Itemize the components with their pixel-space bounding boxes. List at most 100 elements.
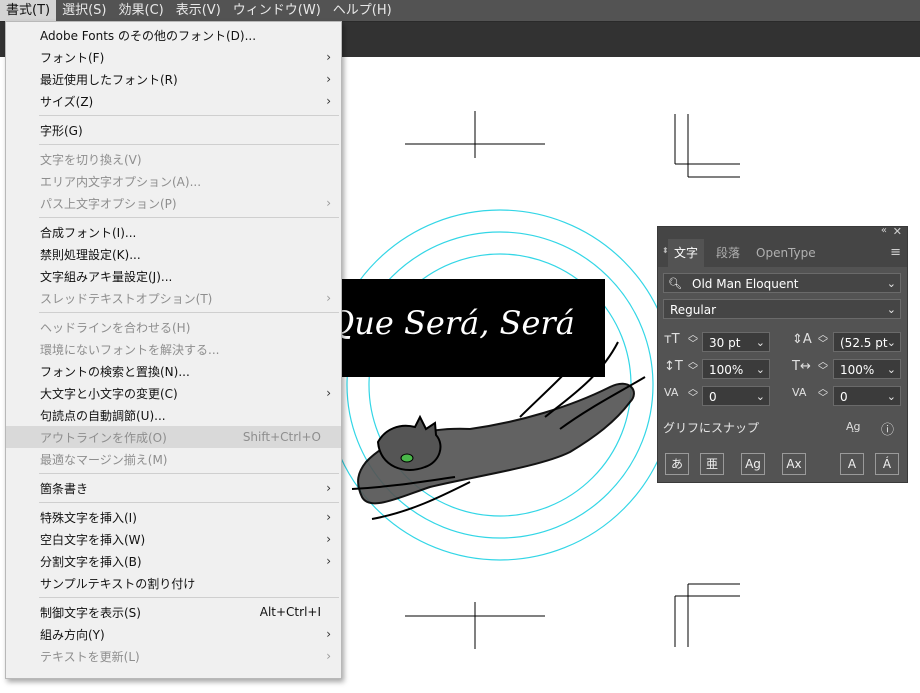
horizontal-scale-stepper[interactable]: ︿ ﹀ (818, 358, 828, 377)
menu-help[interactable]: ヘルプ(H) (327, 0, 398, 21)
font-style-value: Regular (670, 303, 717, 317)
font-size-icon: ᴛT (664, 332, 680, 347)
menu-effect[interactable]: 効果(C) (113, 0, 170, 21)
vertical-scale-stepper[interactable]: ︿ ﹀ (688, 358, 698, 377)
snap-glyph-icon[interactable]: Ąg (846, 420, 861, 433)
chevron-right-icon: › (326, 386, 331, 400)
menu-item-label: 禁則処理設定(K)... (40, 247, 141, 262)
menu-item: 環境にないフォントを解決する... (6, 338, 341, 360)
chevron-down-icon: ⌄ (886, 277, 896, 290)
horizontal-scale-field[interactable]: 100% ⌄ (833, 359, 901, 379)
menu-item: 文字を切り換え(V) (6, 148, 341, 170)
glyph-snap-em-box-button[interactable]: 亜 (700, 453, 724, 475)
chevron-down-icon: ⌄ (755, 336, 765, 349)
chevron-right-icon: › (326, 196, 331, 210)
menu-item[interactable]: 文字組みアキ量設定(J)... (6, 265, 341, 287)
menu-separator (39, 597, 339, 598)
menu-item[interactable]: 禁則処理設定(K)... (6, 243, 341, 265)
kerning-stepper[interactable]: ︿ ﹀ (688, 385, 698, 404)
chevron-down-icon: ⌄ (886, 303, 896, 316)
font-size-stepper[interactable]: ︿ ﹀ (688, 331, 698, 350)
menu-item-label: サンプルテキストの割り付け (40, 576, 196, 591)
chevron-down-icon: ⌄ (886, 363, 896, 376)
menu-item-label: 文字組みアキ量設定(J)... (40, 269, 173, 284)
menu-item: ヘッドラインを合わせる(H) (6, 316, 341, 338)
info-icon[interactable]: ⓘ (881, 419, 894, 438)
menu-item-label: 制御文字を表示(S) (40, 605, 141, 620)
vertical-scale-icon: ↕T (664, 359, 683, 374)
chevron-right-icon: › (326, 291, 331, 305)
menu-item-label: 箇条書き (40, 481, 89, 496)
tab-paragraph[interactable]: 段落 (710, 239, 746, 267)
chevron-right-icon: › (326, 481, 331, 495)
chevron-right-icon: › (326, 554, 331, 568)
menu-item[interactable]: 句読点の自動調節(U)... (6, 404, 341, 426)
menu-item-label: スレッドテキストオプション(T) (40, 291, 213, 306)
collapse-icon[interactable]: « (881, 225, 887, 236)
tab-opentype[interactable]: OpenType (750, 239, 822, 267)
glyph-snap-anchor-button[interactable]: Á (875, 453, 899, 475)
menu-item: アウトラインを作成(O) Shift+Ctrl+O (6, 426, 341, 448)
font-family-select[interactable]: 🔍︎ Old Man Eloquent ⌄ (663, 273, 901, 293)
leading-field[interactable]: (52.5 pt ⌄ (833, 332, 901, 352)
menu-item[interactable]: 最近使用したフォント(R) › (6, 68, 341, 90)
menu-item[interactable]: サイズ(Z) › (6, 90, 341, 112)
search-icon: 🔍︎ (668, 277, 682, 290)
panel-menu-icon[interactable]: ≡ (890, 245, 901, 260)
menu-select[interactable]: 選択(S) (56, 0, 112, 21)
menu-item-label: 特殊文字を挿入(I) (40, 510, 137, 525)
menu-separator (39, 144, 339, 145)
menu-item[interactable]: 合成フォント(I)... (6, 221, 341, 243)
menu-item[interactable]: フォントの検索と置換(N)... (6, 360, 341, 382)
tracking-stepper[interactable]: ︿ ﹀ (818, 385, 828, 404)
snap-to-glyph-label: グリフにスナップ (663, 421, 760, 435)
menu-separator (39, 115, 339, 116)
chevron-down-icon: ⌄ (886, 336, 896, 349)
font-style-select[interactable]: Regular ⌄ (663, 299, 901, 319)
chevron-right-icon: › (326, 50, 331, 64)
menu-item[interactable]: 制御文字を表示(S) Alt+Ctrl+I (6, 601, 341, 623)
glyph-snap-baseline-button[interactable]: あ (665, 453, 689, 475)
menu-item[interactable]: 特殊文字を挿入(I) › (6, 506, 341, 528)
horizontal-scale-icon: T↔ (792, 359, 811, 374)
leading-value: (52.5 pt (840, 336, 888, 350)
menu-item[interactable]: フォント(F) › (6, 46, 341, 68)
tracking-icon: VA (792, 386, 807, 399)
leading-stepper[interactable]: ︿ ﹀ (818, 331, 828, 350)
menu-item[interactable]: Adobe Fonts のその他のフォント(D)... (6, 24, 341, 46)
menu-item-shortcut: Alt+Ctrl+I (259, 605, 321, 619)
horizontal-scale-value: 100% (840, 363, 875, 377)
menu-window[interactable]: ウィンドウ(W) (227, 0, 327, 21)
menu-item-label: 合成フォント(I)... (40, 225, 137, 240)
menu-item[interactable]: 空白文字を挿入(W) › (6, 528, 341, 550)
menu-item[interactable]: 大文字と小文字の変更(C) › (6, 382, 341, 404)
menu-item-label: アウトラインを作成(O) (40, 430, 167, 445)
menu-separator (39, 473, 339, 474)
menu-separator (39, 502, 339, 503)
vertical-scale-field[interactable]: 100% ⌄ (702, 359, 770, 379)
menu-item[interactable]: 分割文字を挿入(B) › (6, 550, 341, 572)
glyph-snap-proximity-button[interactable]: Ax (782, 453, 806, 475)
panel-titlebar[interactable]: « ✕ (658, 225, 907, 239)
menu-item[interactable]: 字形(G) (6, 119, 341, 141)
chevron-down-icon: ⌄ (755, 390, 765, 403)
kerning-value: 0 (709, 390, 717, 404)
tracking-field[interactable]: 0 ⌄ (833, 386, 901, 406)
banner-text[interactable]: Que Será, Será (328, 304, 575, 342)
glyph-snap-glyph-bounds-button[interactable]: Ag (741, 453, 765, 475)
tab-character[interactable]: 文字 (668, 239, 705, 267)
glyph-snap-angular-button[interactable]: A (840, 453, 864, 475)
menu-type[interactable]: 書式(T) (0, 0, 57, 21)
kerning-field[interactable]: 0 ⌄ (702, 386, 770, 406)
menu-item-label: 空白文字を挿入(W) (40, 532, 146, 547)
close-icon[interactable]: ✕ (893, 225, 902, 238)
font-size-field[interactable]: 30 pt ⌄ (702, 332, 770, 352)
menu-view[interactable]: 表示(V) (170, 0, 227, 21)
menu-separator (39, 217, 339, 218)
menu-item[interactable]: 箇条書き › (6, 477, 341, 499)
menu-item-label: ヘッドラインを合わせる(H) (40, 320, 191, 335)
font-family-value: Old Man Eloquent (692, 277, 799, 291)
menu-item[interactable]: 組み方向(Y) › (6, 623, 341, 645)
menu-item-label: フォント(F) (40, 50, 105, 65)
menu-item[interactable]: サンプルテキストの割り付け (6, 572, 341, 594)
